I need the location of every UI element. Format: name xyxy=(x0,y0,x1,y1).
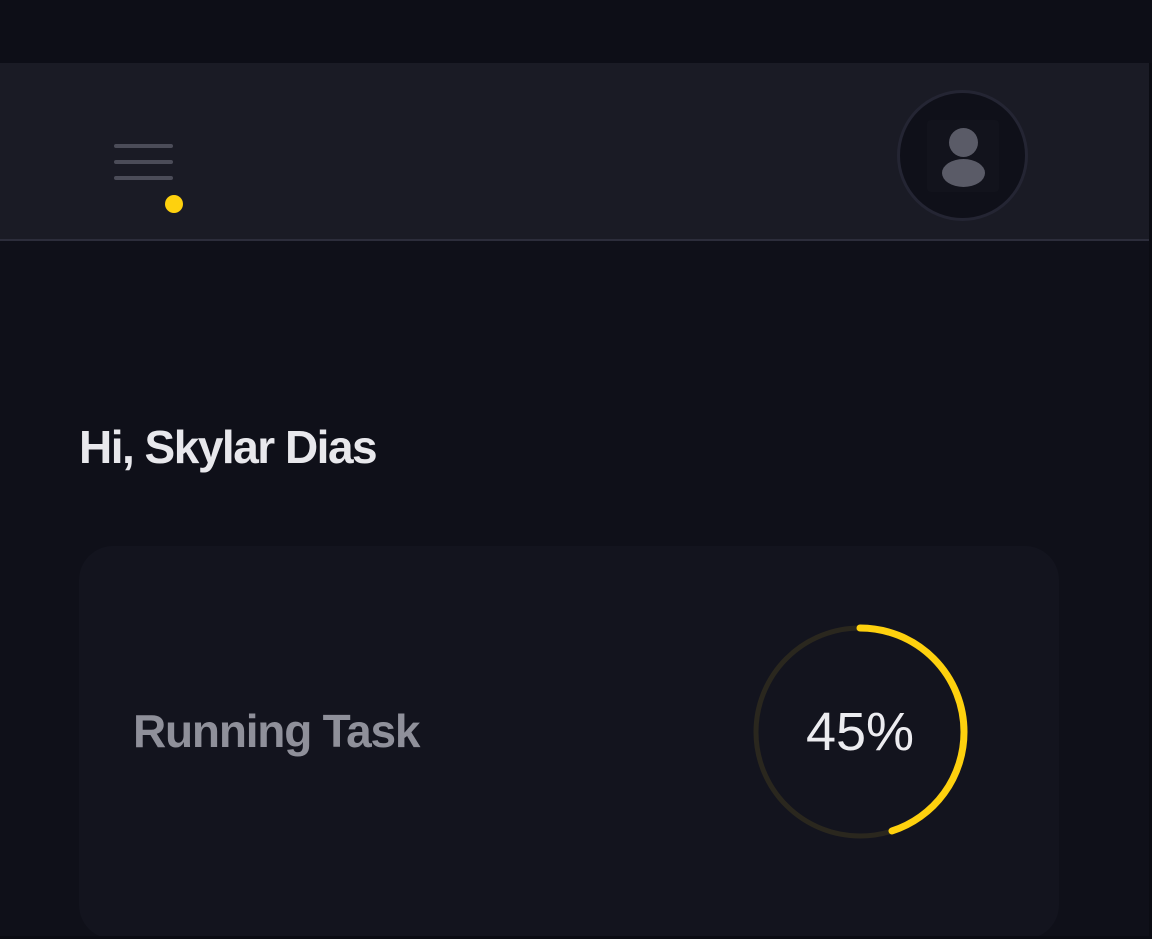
app-screen: Hi, Skylar Dias Running Task 45% xyxy=(0,0,1152,939)
avatar-head-shape xyxy=(949,128,978,157)
menu-line-middle xyxy=(114,160,173,164)
progress-percentage: 45% xyxy=(805,702,915,762)
app-header xyxy=(0,63,1149,241)
status-bar-area xyxy=(0,0,1152,63)
greeting-heading: Hi, Skylar Dias xyxy=(79,421,378,473)
menu-line-top xyxy=(114,144,173,148)
running-task-card[interactable]: Running Task 45% xyxy=(79,546,1059,939)
profile-avatar-button[interactable] xyxy=(897,90,1028,221)
user-avatar-icon xyxy=(927,120,999,192)
card-title: Running Task xyxy=(133,705,421,757)
menu-line-bottom xyxy=(114,176,173,180)
avatar-body-shape xyxy=(942,159,985,187)
menu-button[interactable] xyxy=(108,135,183,213)
notification-dot xyxy=(165,195,183,213)
hamburger-menu-icon xyxy=(114,143,174,183)
